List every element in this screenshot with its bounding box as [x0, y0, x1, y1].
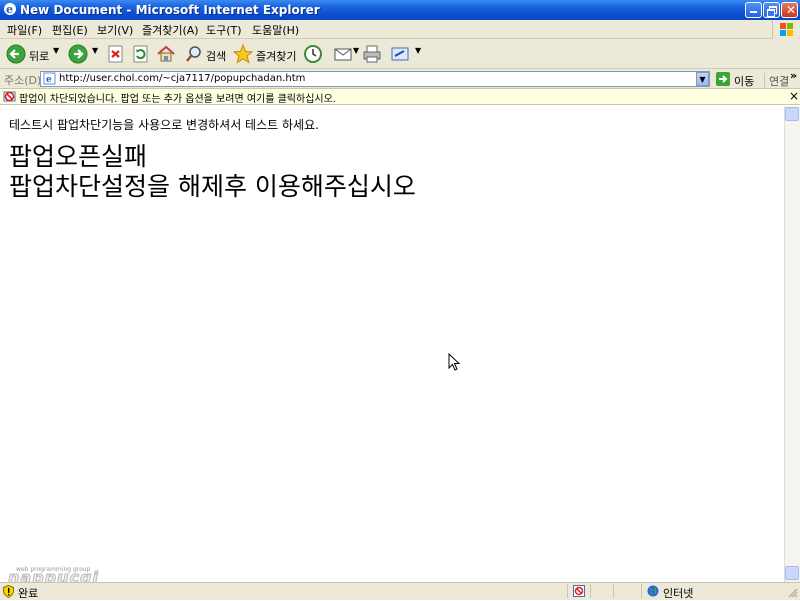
print-icon[interactable] [362, 44, 382, 64]
internet-globe-icon [647, 585, 659, 597]
page-icon: e [43, 72, 56, 85]
menu-favorites[interactable]: 즐겨찾기(A) [142, 22, 199, 38]
menu-tools[interactable]: 도구(T) [206, 22, 242, 38]
popup-unblock-heading: 팝업차단설정을 해제후 이용해주십시오 [9, 172, 416, 201]
test-instruction-text: 테스트시 팝업차단기능을 사용으로 변경하셔서 테스트 하세요. [9, 118, 319, 132]
menu-file[interactable]: 파일(F) [7, 22, 42, 38]
window-title: New Document - Microsoft Internet Explor… [20, 3, 320, 17]
svg-text:e: e [46, 75, 52, 85]
edit-icon[interactable] [390, 44, 410, 64]
svg-text:e: e [6, 3, 13, 16]
refresh-icon[interactable] [131, 44, 151, 64]
favorites-star-icon[interactable] [233, 44, 253, 64]
windows-flag-icon [780, 23, 793, 36]
resize-grip-icon[interactable] [787, 587, 798, 598]
scroll-up-button[interactable] [785, 107, 799, 121]
home-icon[interactable] [156, 44, 176, 64]
go-button[interactable]: 이동 [734, 73, 754, 89]
favorites-button[interactable]: 즐겨찾기 [256, 48, 296, 64]
popup-blocked-message[interactable]: 팝업이 차단되었습니다. 팝업 또는 추가 옵션을 보려면 여기를 클릭하십시오… [19, 90, 336, 105]
minimize-button[interactable] [745, 2, 762, 18]
restore-button[interactable] [763, 2, 780, 18]
forward-arrow-icon[interactable] [68, 44, 88, 64]
forward-dropdown-icon[interactable]: ▼ [92, 46, 98, 55]
infobar-close-icon[interactable]: × [789, 89, 799, 103]
popup-blocked-icon [3, 91, 16, 102]
mail-dropdown-icon[interactable]: ▼ [353, 46, 359, 55]
menu-view[interactable]: 보기(V) [97, 22, 133, 38]
history-icon[interactable] [303, 44, 323, 64]
vertical-scrollbar[interactable] [784, 106, 800, 582]
chevron-right-icon[interactable]: » [790, 69, 797, 82]
status-text: 완료 [18, 587, 39, 600]
ie-app-icon[interactable]: e [3, 2, 17, 16]
address-dropdown-icon[interactable]: ▼ [696, 72, 709, 86]
menu-edit[interactable]: 편집(E) [52, 22, 88, 38]
windows-logo [772, 20, 798, 39]
edit-dropdown-icon[interactable]: ▼ [415, 46, 421, 55]
address-url[interactable]: http://user.chol.com/~cja7117/popupchada… [59, 73, 305, 84]
popup-failed-heading: 팝업오픈실패 [9, 142, 148, 171]
popup-blocked-status-icon[interactable] [573, 585, 585, 597]
status-divider [590, 584, 591, 598]
back-dropdown-icon[interactable]: ▼ [53, 46, 59, 55]
status-divider [567, 584, 568, 598]
go-arrow-icon[interactable] [716, 72, 730, 86]
search-icon[interactable] [184, 44, 204, 64]
links-button[interactable]: 연결 [764, 73, 789, 89]
stop-icon[interactable] [106, 44, 126, 64]
mouse-cursor-icon [448, 353, 460, 371]
close-button[interactable]: ✕ [781, 2, 798, 18]
search-button[interactable]: 검색 [206, 48, 226, 64]
close-icon: ✕ [786, 3, 797, 17]
back-arrow-icon[interactable] [6, 44, 26, 64]
mail-icon[interactable] [333, 44, 353, 64]
back-button[interactable]: 뒤로 [29, 48, 49, 64]
address-label: 주소(D) [4, 74, 42, 87]
scroll-down-button[interactable] [785, 566, 799, 580]
status-divider [641, 584, 642, 598]
security-zone-label: 인터넷 [663, 587, 694, 600]
menu-help[interactable]: 도움말(H) [252, 22, 299, 38]
warning-shield-icon [3, 585, 14, 598]
status-divider [613, 584, 614, 598]
